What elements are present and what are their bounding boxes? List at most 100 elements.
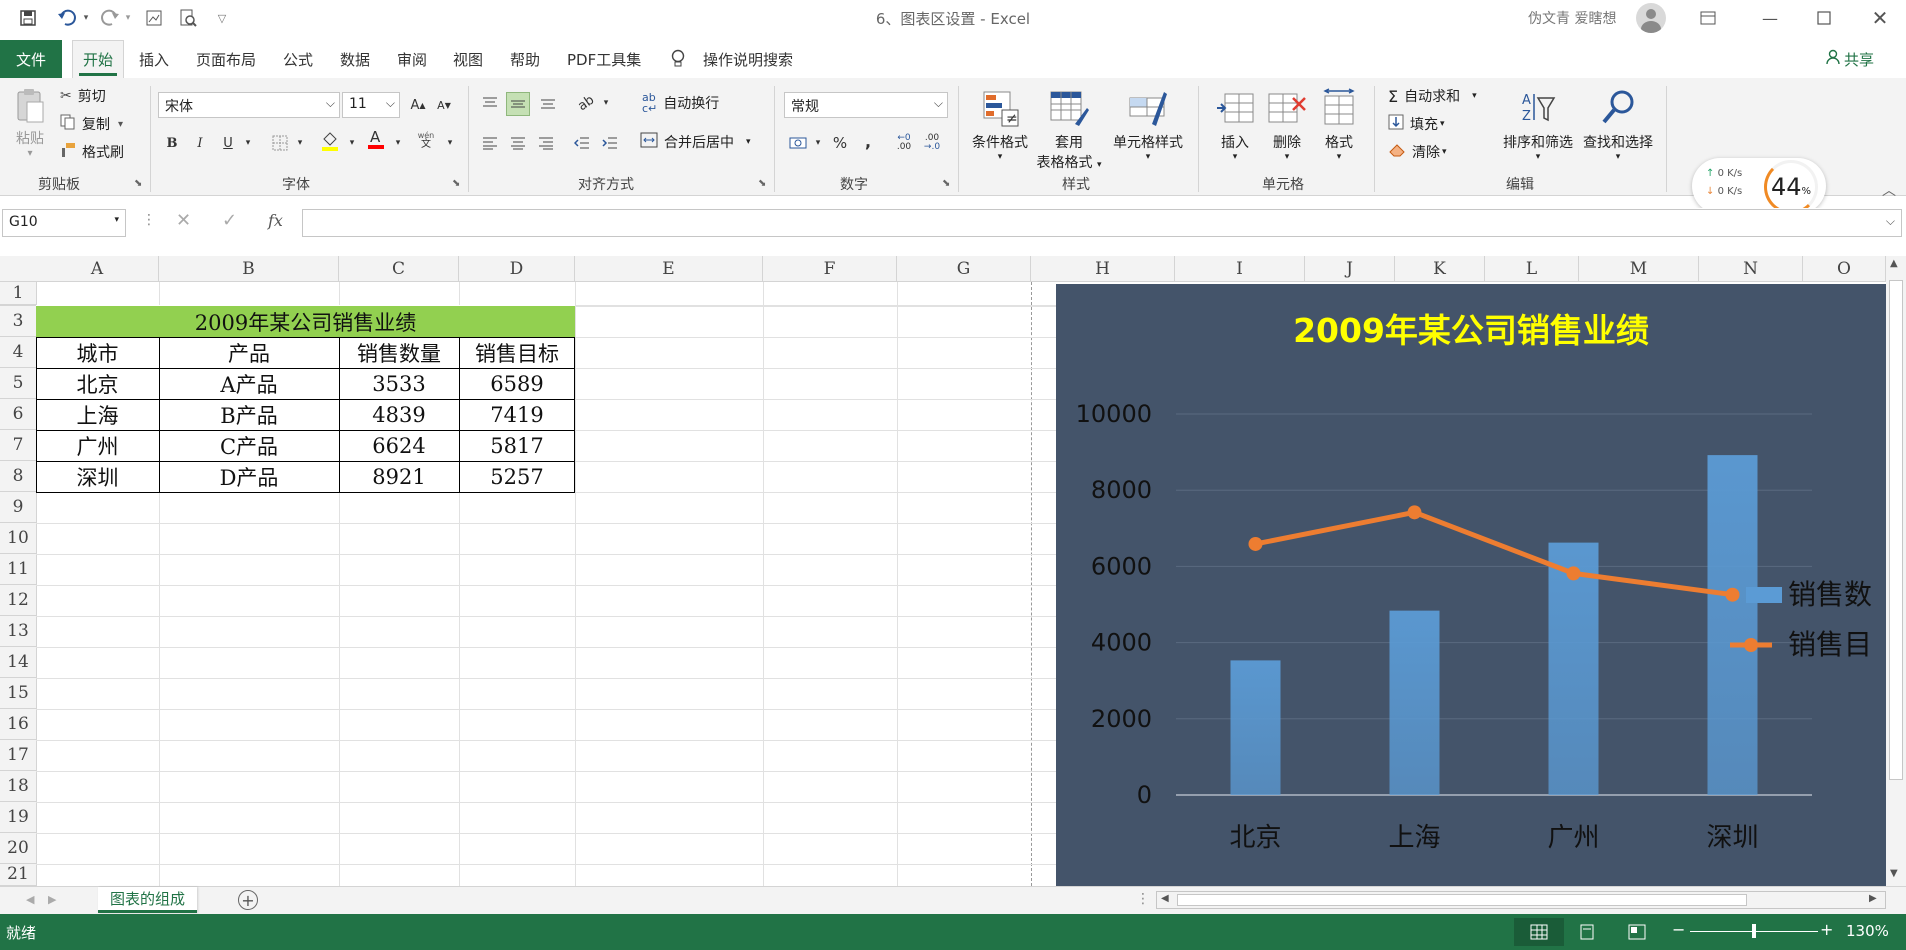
tab-view[interactable]: 视图	[453, 40, 483, 78]
decrease-font-icon[interactable]: A ▼	[434, 96, 454, 114]
row-header-18[interactable]: 18	[0, 771, 36, 802]
tab-review[interactable]: 审阅	[397, 40, 427, 78]
tab-data[interactable]: 数据	[340, 40, 370, 78]
column-header-o[interactable]: O	[1803, 256, 1886, 282]
table-title-cell[interactable]: 2009年某公司销售业绩	[36, 305, 575, 337]
clear-button[interactable]: 清除 ▾	[1388, 142, 1447, 162]
column-header-h[interactable]: H	[1031, 256, 1175, 282]
header-city[interactable]: 城市	[36, 337, 159, 368]
row-header-12[interactable]: 12	[0, 585, 36, 616]
font-color-dropdown-icon[interactable]: ▾	[388, 134, 408, 152]
insert-function-icon[interactable]: fx	[268, 211, 283, 230]
row-header-1[interactable]: 1	[0, 282, 36, 305]
column-header-c[interactable]: C	[339, 256, 459, 282]
column-header-l[interactable]: L	[1485, 256, 1579, 282]
chart-area[interactable]: 2009年某公司销售业绩 0 2000 4000 6000 8000 10000 北京 上海广…	[1056, 284, 1886, 888]
insert-cells-button[interactable]: 插入 ▾	[1210, 88, 1260, 162]
dialog-launcher-icon[interactable]: ⬊	[758, 178, 766, 189]
collapse-ribbon-icon[interactable]: ︿	[1882, 180, 1896, 200]
row-header-14[interactable]: 14	[0, 647, 36, 678]
phonetic-dropdown-icon[interactable]: ▾	[440, 134, 460, 152]
table-cell[interactable]: 5817	[459, 430, 575, 461]
borders-dropdown-icon[interactable]: ▾	[290, 134, 310, 152]
header-sales-qty[interactable]: 销售数量	[339, 337, 459, 368]
table-cell[interactable]: 4839	[339, 399, 459, 430]
cancel-formula-icon[interactable]: ✕	[176, 210, 191, 231]
maximize-icon[interactable]	[1804, 4, 1844, 32]
chart-plot[interactable]: 0 2000 4000 6000 8000 10000 北京 上海 广州 深圳 销售数销售目	[1056, 284, 1886, 888]
next-sheet-icon[interactable]: ▶	[48, 893, 56, 906]
conditional-formatting-button[interactable]: ≠ 条件格式 ▾	[966, 88, 1034, 162]
header-sales-target[interactable]: 销售目标	[459, 337, 575, 368]
decrease-decimal-icon[interactable]: .00 →.0	[922, 134, 942, 152]
table-cell[interactable]: B产品	[159, 399, 339, 430]
tab-formulas[interactable]: 公式	[283, 40, 313, 78]
column-header-k[interactable]: K	[1395, 256, 1485, 282]
borders-icon[interactable]	[270, 134, 290, 152]
tab-page-layout[interactable]: 页面布局	[196, 40, 256, 78]
column-header-e[interactable]: E	[575, 256, 763, 282]
splitter-icon[interactable]: ⋮	[1136, 891, 1150, 907]
merge-center-button[interactable]: 合并后居中 ▾	[640, 132, 751, 152]
column-header-m[interactable]: M	[1579, 256, 1699, 282]
row-header-21[interactable]: 21	[0, 864, 36, 886]
table-cell[interactable]: 6624	[339, 430, 459, 461]
horizontal-scroll-thumb[interactable]	[1177, 894, 1747, 906]
normal-view-icon[interactable]	[1514, 918, 1564, 946]
table-cell[interactable]: C产品	[159, 430, 339, 461]
increase-decimal-icon[interactable]: ←0.00	[894, 134, 914, 152]
column-header-d[interactable]: D	[459, 256, 575, 282]
align-bottom-icon[interactable]	[538, 94, 558, 112]
row-header-11[interactable]: 11	[0, 554, 36, 585]
table-cell[interactable]: 3533	[339, 368, 459, 399]
underline-button[interactable]: U	[218, 134, 238, 152]
phonetic-guide-button[interactable]: wén 文	[416, 132, 436, 150]
table-cell[interactable]: 7419	[459, 399, 575, 430]
align-middle-icon[interactable]	[506, 92, 530, 116]
zoom-level[interactable]: 130%	[1846, 922, 1889, 940]
sort-filter-button[interactable]: AZ 排序和筛选 ▾	[1498, 88, 1578, 162]
font-color-icon[interactable]: A	[366, 128, 386, 149]
prev-sheet-icon[interactable]: ◀	[26, 893, 34, 906]
add-sheet-icon[interactable]: +	[238, 890, 258, 910]
font-size-select[interactable]: 11 ⌵	[342, 92, 400, 118]
row-header-5[interactable]: 5	[0, 368, 36, 399]
align-top-icon[interactable]	[480, 94, 500, 112]
row-header-4[interactable]: 4	[0, 337, 36, 368]
row-header-17[interactable]: 17	[0, 740, 36, 771]
underline-dropdown-icon[interactable]: ▾	[238, 134, 258, 152]
row-header-20[interactable]: 20	[0, 833, 36, 864]
ribbon-display-options-icon[interactable]	[1688, 4, 1728, 32]
column-header-n[interactable]: N	[1699, 256, 1803, 282]
italic-button[interactable]: I	[190, 134, 210, 152]
share-button[interactable]: 共享	[1826, 40, 1874, 78]
increase-indent-icon[interactable]	[600, 134, 620, 152]
format-painter-button[interactable]: 格式刷	[60, 142, 124, 162]
header-product[interactable]: 产品	[159, 337, 339, 368]
column-header-g[interactable]: G	[897, 256, 1031, 282]
row-header-7[interactable]: 7	[0, 430, 36, 461]
table-cell[interactable]: 6589	[459, 368, 575, 399]
network-monitor-widget[interactable]: ↑ 0 K/s ↓ 0 K/s 44%	[1692, 158, 1826, 214]
zoom-out-icon[interactable]: −	[1672, 920, 1685, 939]
table-cell[interactable]: 北京	[36, 368, 159, 399]
currency-dropdown-icon[interactable]: ▾	[808, 134, 828, 152]
increase-font-icon[interactable]: A ▲	[408, 96, 428, 114]
align-left-icon[interactable]	[480, 134, 500, 152]
horizontal-scrollbar[interactable]: ◀ ▶	[1156, 891, 1886, 909]
scroll-up-icon[interactable]: ▲	[1890, 258, 1898, 269]
tab-help[interactable]: 帮助	[510, 40, 540, 78]
wrap-text-button[interactable]: ab c↵ 自动换行	[642, 92, 719, 114]
avatar[interactable]	[1636, 3, 1666, 33]
comma-style-button[interactable]: ,	[858, 132, 878, 151]
page-layout-view-icon[interactable]	[1578, 924, 1596, 944]
tell-me-search[interactable]: 操作说明搜索	[703, 40, 793, 78]
zoom-in-icon[interactable]: +	[1820, 920, 1833, 939]
scroll-down-icon[interactable]: ▼	[1890, 868, 1898, 879]
row-header-13[interactable]: 13	[0, 616, 36, 647]
close-icon[interactable]: ✕	[1860, 4, 1900, 32]
user-name[interactable]: 伪文青 爱瞎想	[1528, 8, 1616, 28]
table-cell[interactable]: 上海	[36, 399, 159, 430]
table-cell[interactable]: 5257	[459, 461, 575, 492]
row-header-6[interactable]: 6	[0, 399, 36, 430]
